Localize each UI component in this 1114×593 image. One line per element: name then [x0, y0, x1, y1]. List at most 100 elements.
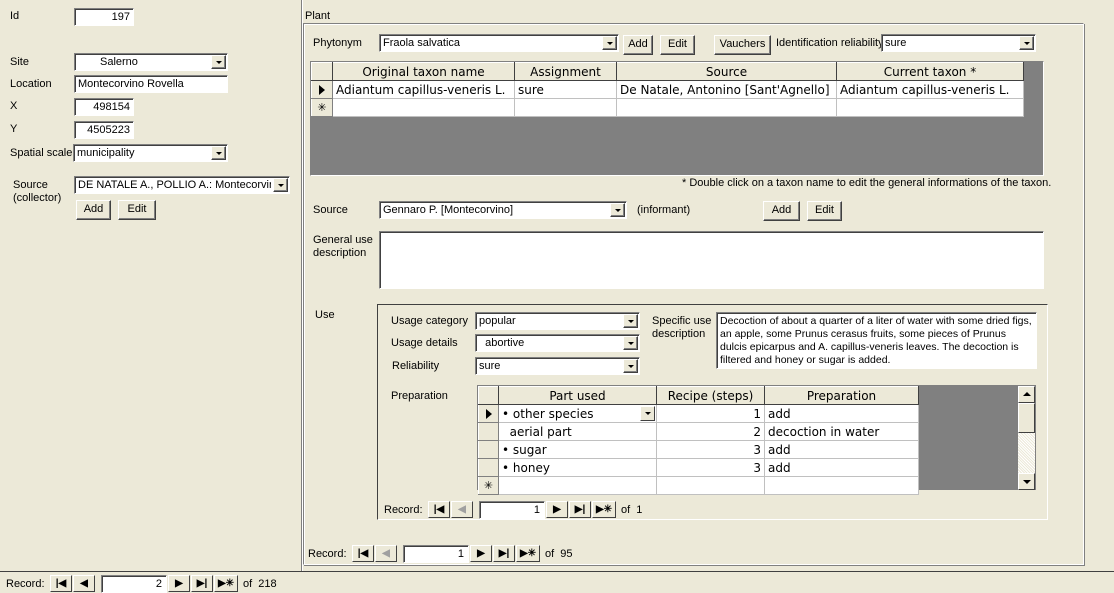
source-collector-add-button[interactable]: Add	[76, 200, 111, 220]
first-record-icon[interactable]: |◀	[50, 575, 72, 592]
phytonym-edit-button[interactable]: Edit	[660, 35, 695, 55]
next-record-icon[interactable]: ▶	[546, 501, 568, 518]
table-row[interactable]: Adiantum capillus-veneris L. sure De Nat…	[311, 80, 1024, 99]
column-header[interactable]: Part used	[498, 386, 657, 405]
last-record-icon[interactable]: ▶|	[493, 545, 515, 562]
dropdown-arrow-icon[interactable]	[273, 178, 288, 192]
current-row-indicator-icon[interactable]	[311, 80, 333, 99]
new-record-icon[interactable]: ✳	[311, 98, 333, 117]
new-row[interactable]: ✳	[478, 476, 919, 495]
dropdown-arrow-icon[interactable]	[602, 36, 617, 50]
source-informant-edit-button[interactable]: Edit	[807, 201, 842, 221]
record-number-field[interactable]: 2	[101, 575, 167, 593]
identification-reliability-combo[interactable]: sure	[881, 34, 1036, 52]
last-record-icon[interactable]: ▶|	[569, 501, 591, 518]
dropdown-arrow-icon[interactable]	[1019, 36, 1034, 50]
usage-category-combo[interactable]: popular	[475, 312, 640, 330]
source-cell[interactable]: De Natale, Antonino [Sant'Agnello]	[616, 80, 837, 99]
record-number-field[interactable]: 1	[479, 501, 545, 519]
phytonym-add-button[interactable]: Add	[623, 35, 653, 55]
dropdown-arrow-icon[interactable]	[623, 314, 638, 328]
prev-record-icon[interactable]: ◀	[375, 545, 397, 562]
current-taxon-cell[interactable]: Adiantum capillus-veneris L.	[836, 80, 1024, 99]
source-informant-combo[interactable]: Gennaro P. [Montecorvino]	[379, 201, 627, 219]
column-header[interactable]: Preparation	[764, 386, 919, 405]
column-header[interactable]: Current taxon *	[836, 62, 1024, 81]
cell[interactable]	[656, 476, 765, 495]
preparation-cell[interactable]: add	[764, 404, 919, 423]
new-record-icon[interactable]: ▶✳	[516, 545, 540, 562]
assignment-cell[interactable]: sure	[514, 80, 617, 99]
first-record-icon[interactable]: |◀	[352, 545, 374, 562]
dropdown-arrow-icon[interactable]	[610, 203, 625, 217]
preparation-cell[interactable]: decoction in water	[764, 422, 919, 441]
specific-use-description-field[interactable]: Decoction of about a quarter of a liter …	[716, 312, 1037, 369]
recipe-steps-cell[interactable]: 3	[656, 440, 765, 459]
cell[interactable]	[498, 476, 657, 495]
row-selector[interactable]	[478, 440, 499, 459]
next-record-icon[interactable]: ▶	[470, 545, 492, 562]
record-number-field[interactable]: 1	[403, 545, 469, 563]
table-row[interactable]: • honey 3 add	[478, 458, 919, 477]
source-informant-add-button[interactable]: Add	[763, 201, 800, 221]
part-used-cell[interactable]: aerial part	[498, 422, 657, 441]
next-record-icon[interactable]: ▶	[168, 575, 190, 592]
new-record-icon[interactable]: ▶✳	[214, 575, 238, 592]
prev-record-icon[interactable]: ◀	[451, 501, 473, 518]
scroll-down-icon[interactable]	[1018, 473, 1035, 490]
column-header[interactable]: Assignment	[514, 62, 617, 81]
new-record-icon[interactable]: ▶✳	[592, 501, 616, 518]
general-use-description-field[interactable]	[379, 231, 1044, 289]
part-used-cell[interactable]: • honey	[498, 458, 657, 477]
location-field[interactable]: Montecorvino Rovella	[74, 75, 228, 93]
spatial-scale-combo[interactable]: municipality	[73, 144, 228, 162]
dropdown-arrow-icon[interactable]	[211, 55, 226, 69]
row-selector[interactable]	[478, 458, 499, 477]
scroll-up-icon[interactable]	[1018, 386, 1035, 403]
preparation-grid[interactable]: Part used Recipe (steps) Preparation • o…	[477, 385, 1036, 495]
row-selector[interactable]	[478, 422, 499, 441]
table-row[interactable]: • other species 1 add	[478, 404, 919, 423]
new-record-icon[interactable]: ✳	[478, 476, 499, 495]
column-header[interactable]: Recipe (steps)	[656, 386, 765, 405]
phytonym-combo[interactable]: Fraola salvatica	[379, 34, 619, 52]
scroll-thumb[interactable]	[1018, 403, 1035, 433]
new-row[interactable]: ✳	[311, 98, 1024, 117]
usage-details-combo[interactable]: abortive	[475, 334, 640, 352]
cell[interactable]	[764, 476, 919, 495]
part-used-cell[interactable]: • other species	[498, 404, 657, 423]
recipe-steps-cell[interactable]: 2	[656, 422, 765, 441]
table-row[interactable]: • sugar 3 add	[478, 440, 919, 459]
preparation-cell[interactable]: add	[764, 458, 919, 477]
preparation-cell[interactable]: add	[764, 440, 919, 459]
vauchers-button[interactable]: Vauchers	[714, 35, 771, 55]
source-collector-combo[interactable]: DE NATALE A., POLLIO A.: Montecorvino	[74, 176, 290, 194]
site-combo[interactable]: Salerno	[74, 53, 228, 71]
dropdown-arrow-icon[interactable]	[211, 146, 226, 160]
dropdown-arrow-icon[interactable]	[640, 406, 655, 421]
column-header[interactable]: Source	[616, 62, 837, 81]
cell[interactable]	[332, 98, 515, 117]
part-used-cell[interactable]: • sugar	[498, 440, 657, 459]
taxon-grid[interactable]: Original taxon name Assignment Source Cu…	[310, 61, 1044, 176]
last-record-icon[interactable]: ▶|	[191, 575, 213, 592]
dropdown-arrow-icon[interactable]	[623, 336, 638, 350]
recipe-steps-cell[interactable]: 1	[656, 404, 765, 423]
y-field[interactable]: 4505223	[74, 121, 134, 139]
id-field[interactable]: 197	[74, 8, 134, 26]
x-field[interactable]: 498154	[74, 98, 134, 116]
preparation-scrollbar[interactable]	[1018, 386, 1035, 490]
prev-record-icon[interactable]: ◀	[73, 575, 95, 592]
first-record-icon[interactable]: |◀	[428, 501, 450, 518]
dropdown-arrow-icon[interactable]	[623, 359, 638, 373]
current-row-indicator-icon[interactable]	[478, 404, 499, 423]
cell[interactable]	[836, 98, 1024, 117]
original-taxon-cell[interactable]: Adiantum capillus-veneris L.	[332, 80, 515, 99]
reliability-combo[interactable]: sure	[475, 357, 640, 375]
cell[interactable]	[616, 98, 837, 117]
table-row[interactable]: aerial part 2 decoction in water	[478, 422, 919, 441]
cell[interactable]	[514, 98, 617, 117]
recipe-steps-cell[interactable]: 3	[656, 458, 765, 477]
source-collector-edit-button[interactable]: Edit	[118, 200, 156, 220]
column-header[interactable]: Original taxon name	[332, 62, 515, 81]
